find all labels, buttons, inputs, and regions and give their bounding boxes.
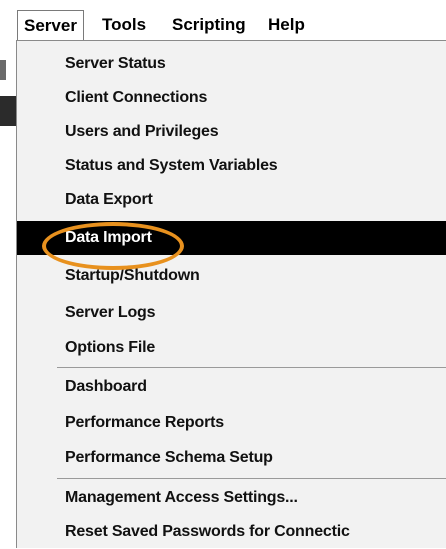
- menu-item-startup-shutdown[interactable]: Startup/Shutdown: [17, 259, 446, 293]
- menu-bar: Server Tools Scripting Help: [0, 0, 446, 44]
- menu-item-status-and-system-variables[interactable]: Status and System Variables: [17, 149, 446, 183]
- menu-item-management-access-settings[interactable]: Management Access Settings...: [17, 481, 446, 515]
- server-dropdown-menu: Server Status Client Connections Users a…: [16, 40, 446, 548]
- menu-item-performance-schema-setup[interactable]: Performance Schema Setup: [17, 441, 446, 475]
- menu-item-reset-saved-passwords[interactable]: Reset Saved Passwords for Connectic: [17, 515, 446, 549]
- background-window-edge: [0, 60, 6, 80]
- menu-separator: [57, 367, 446, 368]
- menu-item-data-export[interactable]: Data Export: [17, 183, 446, 217]
- menu-server[interactable]: Server: [17, 10, 84, 40]
- background-toolbar-dark: [0, 96, 16, 126]
- menu-separator: [57, 478, 446, 479]
- menu-item-data-import[interactable]: Data Import: [17, 221, 446, 255]
- menu-item-users-and-privileges[interactable]: Users and Privileges: [17, 115, 446, 149]
- menu-item-options-file[interactable]: Options File: [17, 331, 446, 365]
- menu-help[interactable]: Help: [262, 10, 311, 40]
- menu-item-server-status[interactable]: Server Status: [17, 47, 446, 81]
- menu-item-client-connections[interactable]: Client Connections: [17, 81, 446, 115]
- menu-scripting[interactable]: Scripting: [166, 10, 252, 40]
- menu-item-server-logs[interactable]: Server Logs: [17, 296, 446, 330]
- menu-item-dashboard[interactable]: Dashboard: [17, 370, 446, 404]
- menu-tools[interactable]: Tools: [96, 10, 152, 40]
- menu-item-performance-reports[interactable]: Performance Reports: [17, 406, 446, 440]
